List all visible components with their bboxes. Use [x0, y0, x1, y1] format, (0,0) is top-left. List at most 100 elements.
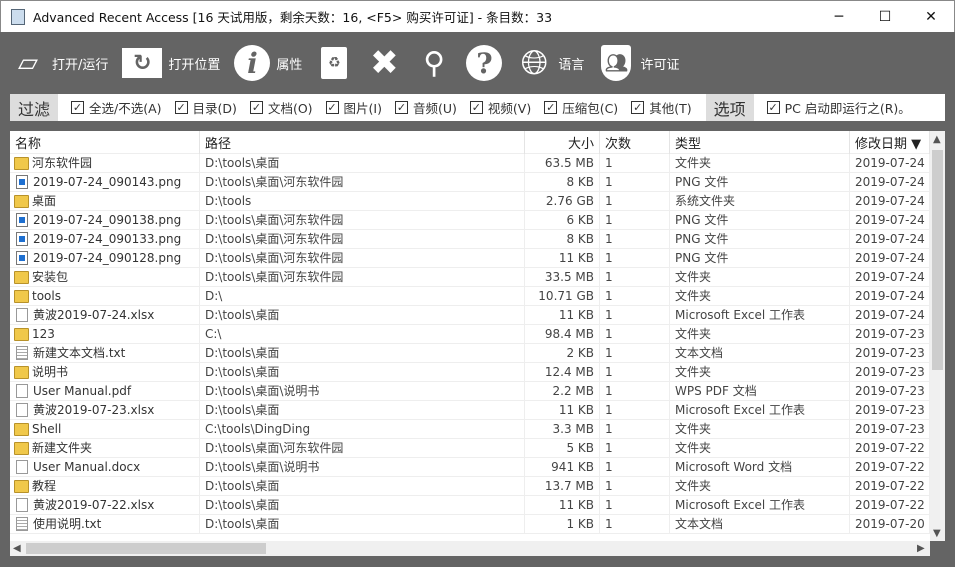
table-row[interactable]: 教程 D:\tools\桌面 13.7 MB 1 文件夹 2019-07-22 …: [10, 476, 945, 496]
cell-path: D:\tools\桌面: [200, 514, 525, 534]
cell-type: WPS PDF 文档: [670, 381, 850, 401]
table-row[interactable]: 安装包 D:\tools\桌面\河东软件园 33.5 MB 1 文件夹 2019…: [10, 267, 945, 287]
column-path[interactable]: 路径: [200, 131, 525, 154]
recycle-button[interactable]: ♻: [316, 45, 352, 81]
license-label: 许可证: [640, 57, 680, 73]
checkbox-icon: ✓: [71, 101, 85, 114]
table-row[interactable]: 桌面 D:\tools 2.76 GB 1 系统文件夹 2019-07-24 9…: [10, 191, 945, 211]
cell-size: 8 KB: [525, 229, 600, 249]
language-button[interactable]: 🌐︎ 语言: [516, 43, 585, 83]
cell-path: C:\tools\DingDing: [200, 419, 525, 439]
doc-icon: [16, 403, 28, 417]
filter-archive[interactable]: ✓ 压缩包(C): [544, 98, 618, 117]
column-count[interactable]: 次数: [600, 131, 670, 154]
cell-date: 2019-07-22 8:2: [850, 495, 930, 515]
cell-size: 12.4 MB: [525, 362, 600, 382]
cell-name: 教程: [10, 476, 200, 496]
table-row[interactable]: 说明书 D:\tools\桌面 12.4 MB 1 文件夹 2019-07-23…: [10, 362, 945, 382]
file-name: 新建文件夹: [32, 440, 93, 455]
column-type[interactable]: 类型: [670, 131, 850, 154]
license-button[interactable]: 👥︎ 许可证: [598, 45, 679, 81]
file-name: 2019-07-24_090133.png: [33, 231, 182, 246]
filter-document-label: 文档(O): [267, 101, 313, 116]
delete-button[interactable]: ✖: [366, 43, 402, 83]
filter-image[interactable]: ✓ 图片(I): [325, 98, 382, 117]
cell-path: D:\tools: [200, 191, 525, 211]
filter-document[interactable]: ✓ 文档(O): [249, 98, 313, 117]
cell-date: 2019-07-23 8:5: [850, 381, 930, 401]
table-row[interactable]: Shell C:\tools\DingDing 3.3 MB 1 文件夹 201…: [10, 419, 945, 439]
table-row[interactable]: User Manual.docx D:\tools\桌面\说明书 941 KB …: [10, 457, 945, 477]
filter-video[interactable]: ✓ 视频(V): [469, 98, 531, 117]
cell-type: 文件夹: [670, 476, 850, 496]
table-row[interactable]: 新建文本文档.txt D:\tools\桌面 2 KB 1 文本文档 2019-…: [10, 343, 945, 363]
cell-path: D:\tools\桌面\河东软件园: [200, 248, 525, 268]
help-button[interactable]: ?: [466, 45, 503, 81]
cell-path: C:\: [200, 324, 525, 344]
table-row[interactable]: 2019-07-24_090133.png D:\tools\桌面\河东软件园 …: [10, 229, 945, 249]
file-name: User Manual.pdf: [33, 383, 132, 398]
table-row[interactable]: 黄波2019-07-24.xlsx D:\tools\桌面 11 KB 1 Mi…: [10, 305, 945, 325]
table-row[interactable]: 2019-07-24_090128.png D:\tools\桌面\河东软件园 …: [10, 248, 945, 268]
cell-name: 使用说明.txt: [10, 514, 200, 534]
column-name[interactable]: 名称: [10, 131, 200, 154]
cell-type: 文件夹: [670, 286, 850, 306]
column-modified-date[interactable]: 修改日期 ▼: [850, 131, 930, 154]
open-run-button[interactable]: ▱ 打开/运行: [10, 45, 108, 81]
table-row[interactable]: 黄波2019-07-23.xlsx D:\tools\桌面 11 KB 1 Mi…: [10, 400, 945, 420]
folder-icon: [14, 365, 29, 379]
delete-x-icon: ✖: [370, 43, 399, 83]
option-run-at-startup[interactable]: ✓ PC 启动即运行之(R)。: [766, 98, 911, 117]
scroll-right-icon[interactable]: ▶: [917, 543, 925, 554]
cell-size: 5 KB: [525, 438, 600, 458]
scroll-up-icon[interactable]: ▲: [933, 134, 941, 145]
file-name: 桌面: [32, 193, 57, 208]
properties-button[interactable]: i 属性: [234, 45, 302, 81]
cell-count: 1: [600, 229, 670, 249]
checkbox-icon: ✓: [174, 101, 188, 114]
cell-date: 2019-07-22 16: [850, 457, 930, 477]
scroll-left-icon[interactable]: ◀: [13, 543, 21, 554]
horizontal-scroll-thumb[interactable]: [26, 543, 266, 554]
table-row[interactable]: 黄波2019-07-22.xlsx D:\tools\桌面 11 KB 1 Mi…: [10, 495, 945, 515]
file-name: 教程: [32, 478, 57, 493]
table-row[interactable]: User Manual.pdf D:\tools\桌面\说明书 2.2 MB 1…: [10, 381, 945, 401]
cell-name: 河东软件园: [10, 153, 200, 173]
close-button[interactable]: ✕: [908, 2, 954, 32]
maximize-button[interactable]: ☐: [862, 2, 908, 32]
scroll-down-icon[interactable]: ▼: [933, 528, 941, 539]
table-row[interactable]: 123 C:\ 98.4 MB 1 文件夹 2019-07-23 17: [10, 324, 945, 344]
vertical-scroll-thumb[interactable]: [932, 150, 943, 370]
cell-count: 1: [600, 438, 670, 458]
table-row[interactable]: 2019-07-24_090138.png D:\tools\桌面\河东软件园 …: [10, 210, 945, 230]
options-label: 选项: [705, 94, 754, 121]
table-row[interactable]: 2019-07-24_090143.png D:\tools\桌面\河东软件园 …: [10, 172, 945, 192]
language-label: 语言: [558, 57, 585, 73]
table-row[interactable]: 新建文件夹 D:\tools\桌面\河东软件园 5 KB 1 文件夹 2019-…: [10, 438, 945, 458]
filter-directory[interactable]: ✓ 目录(D): [174, 98, 237, 117]
table-row[interactable]: tools D:\ 10.71 GB 1 文件夹 2019-07-24 7:5: [10, 286, 945, 306]
recycle-bin-icon: ♻: [316, 45, 352, 81]
file-name: 新建文本文档.txt: [33, 345, 126, 360]
minimize-button[interactable]: ─: [816, 2, 862, 32]
filter-other[interactable]: ✓ 其他(T): [631, 98, 692, 117]
cell-type: PNG 文件: [670, 172, 850, 192]
png-icon: [16, 213, 28, 227]
cell-type: 文件夹: [670, 267, 850, 287]
table-row[interactable]: 河东软件园 D:\tools\桌面 63.5 MB 1 文件夹 2019-07-…: [10, 153, 945, 173]
filter-all[interactable]: ✓ 全选/不选(A): [71, 98, 162, 117]
cell-date: 2019-07-22 17: [850, 438, 930, 458]
checkbox-icon: ✓: [325, 101, 339, 114]
cell-path: D:\tools\桌面\说明书: [200, 457, 525, 477]
table-row[interactable]: 使用说明.txt D:\tools\桌面 1 KB 1 文本文档 2019-07…: [10, 514, 945, 534]
properties-label: 属性: [276, 57, 303, 73]
filter-audio[interactable]: ✓ 音频(U): [394, 98, 457, 117]
cell-count: 1: [600, 153, 670, 173]
cell-type: Microsoft Excel 工作表: [670, 305, 850, 325]
cell-size: 2 KB: [525, 343, 600, 363]
cell-path: D:\: [200, 286, 525, 306]
cell-type: 文件夹: [670, 438, 850, 458]
search-button[interactable]: ⚲: [416, 45, 452, 81]
open-location-button[interactable]: ↻ 打开位置: [122, 48, 220, 78]
column-size[interactable]: 大小: [525, 131, 600, 154]
